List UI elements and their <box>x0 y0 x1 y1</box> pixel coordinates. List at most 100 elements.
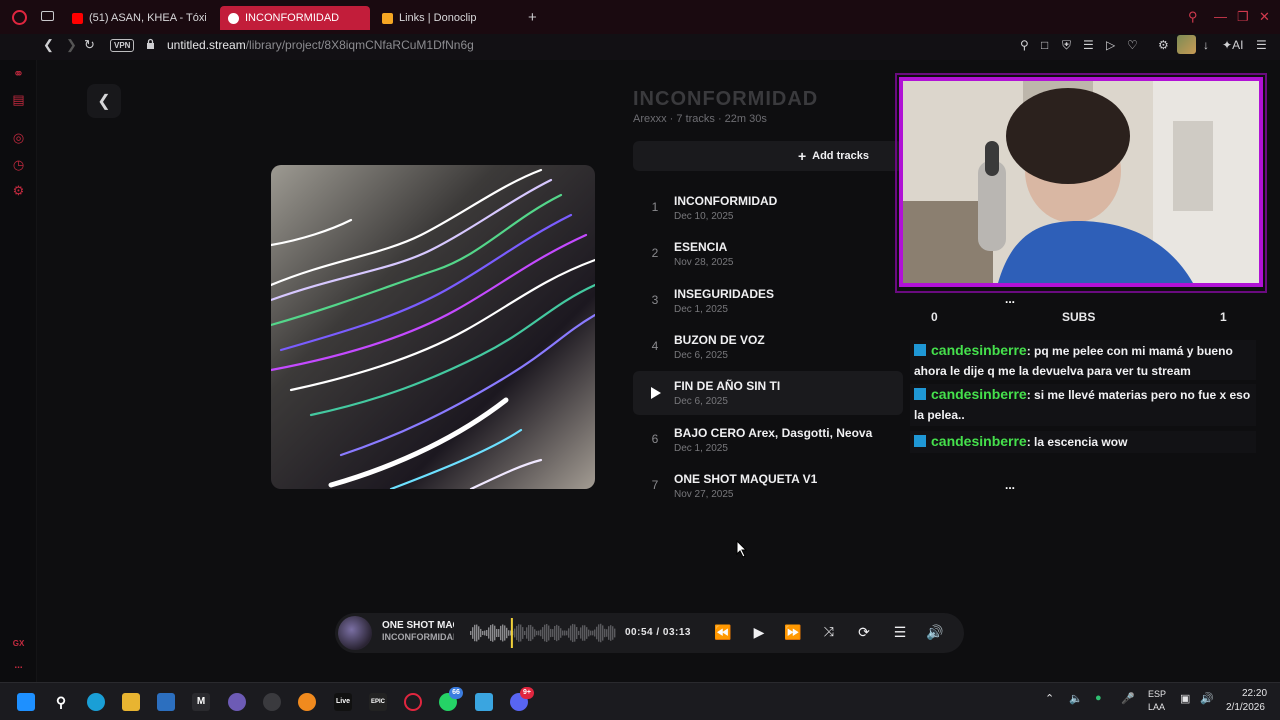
youtube-icon <box>72 12 83 24</box>
forward-nav-icon[interactable]: ❯ <box>66 37 77 53</box>
player-toggle-icon[interactable]: ▷ <box>1106 38 1115 52</box>
fast-forward-icon[interactable]: ⏩ <box>783 624 803 641</box>
track-row[interactable]: 4 BUZON DE VOZ Dec 6, 2025 <box>633 325 903 369</box>
track-number: 2 <box>651 246 659 260</box>
waveform-bar <box>560 628 562 638</box>
search-icon[interactable]: ⚲ <box>52 693 70 711</box>
gx-control-icon[interactable]: ▤ <box>11 92 26 107</box>
windows-start-icon[interactable] <box>17 693 35 711</box>
back-button[interactable]: ❮ <box>87 84 121 118</box>
security-icon[interactable]: ● <box>1095 692 1102 704</box>
search-tabs-icon[interactable]: ⚲ <box>1188 9 1198 25</box>
play-button[interactable]: ▶ <box>749 624 769 641</box>
clock-time[interactable]: 22:20 <box>1242 688 1267 699</box>
track-row[interactable]: 7 ONE SHOT MAQUETA V1 Nov 27, 2025 <box>633 464 903 508</box>
volume-icon[interactable]: 🔊 <box>925 624 945 641</box>
tab-workspaces-icon[interactable] <box>41 11 54 21</box>
speed-dial-icon[interactable]: ⚭ <box>11 66 26 81</box>
shield-icon[interactable]: ⛨ <box>1062 38 1071 53</box>
play-track-icon[interactable] <box>651 387 661 399</box>
tab-donoclip[interactable]: Links | Donoclip <box>374 6 524 30</box>
file-explorer-icon[interactable] <box>122 693 140 711</box>
player-sidebar-icon[interactable]: ◎ <box>11 130 26 145</box>
player-thumbnail[interactable] <box>338 616 372 650</box>
track-row[interactable]: 1 INCONFORMIDAD Dec 10, 2025 <box>633 186 903 230</box>
fl-studio-icon[interactable] <box>298 693 316 711</box>
lang-top[interactable]: ESP <box>1148 689 1166 699</box>
playhead[interactable] <box>510 618 513 648</box>
waveform-bar <box>526 627 528 639</box>
opera-logo-icon[interactable] <box>12 10 27 25</box>
plus-icon: + <box>797 148 807 164</box>
untitled-favicon-icon <box>228 12 239 24</box>
track-row[interactable]: 2 ESENCIA Nov 28, 2025 <box>633 232 903 276</box>
translate-icon[interactable]: ☰ <box>1083 38 1094 52</box>
network-icon[interactable]: ▣ <box>1180 692 1190 705</box>
close-icon[interactable]: ✕ <box>1259 9 1270 25</box>
waveform-bar <box>566 630 568 636</box>
waveform-scrubber[interactable] <box>470 618 616 648</box>
reload-icon[interactable]: ↻ <box>84 37 95 53</box>
back-nav-icon[interactable]: ❮ <box>43 37 54 53</box>
vpn-badge[interactable]: VPN <box>110 39 135 52</box>
rewind-icon[interactable]: ⏪ <box>713 624 733 641</box>
waveform-bar <box>532 626 534 640</box>
player-track-title[interactable]: ONE SHOT MAQUETA V1 <box>382 620 454 631</box>
tray-chevron-icon[interactable]: ⌃ <box>1045 692 1054 705</box>
webcam-scene <box>903 81 1259 283</box>
track-row[interactable]: 6 BAJO CERO Arex, Dasgotti, Neova Dec 1,… <box>633 418 903 462</box>
waveform-bar <box>602 625 604 641</box>
ai-button[interactable]: ✦AI <box>1222 38 1243 52</box>
heart-icon[interactable]: ♡ <box>1127 38 1138 52</box>
waveform-bar <box>610 625 612 641</box>
gx-label[interactable]: GX <box>11 636 26 651</box>
chat-message: candesinberre: la escencia wow <box>910 431 1256 453</box>
waveform-bar <box>516 625 518 641</box>
lang-bottom[interactable]: LAA <box>1148 702 1165 712</box>
mouse-cursor-icon <box>736 540 748 558</box>
extensions-icon[interactable]: ⚙ <box>1158 38 1169 52</box>
menu-icon[interactable]: ☰ <box>1256 38 1267 52</box>
shuffle-icon[interactable]: ⤨ <box>819 624 839 640</box>
app-icon-blue[interactable] <box>157 693 175 711</box>
tab-label: (51) ASAN, KHEA - Tóxica <box>89 12 206 24</box>
settings-gear-icon[interactable]: ⚙ <box>11 183 26 198</box>
tab-youtube[interactable]: (51) ASAN, KHEA - Tóxica <box>64 6 214 30</box>
url-field[interactable]: untitled.stream/library/project/8X8iqmCN… <box>167 38 474 52</box>
snapshot-icon[interactable]: □ <box>1041 38 1048 52</box>
avatar[interactable] <box>1177 35 1196 54</box>
download-icon[interactable]: ↓ <box>1203 38 1209 52</box>
tab-inconformidad[interactable]: INCONFORMIDAD <box>220 6 370 30</box>
notepad-icon[interactable] <box>475 693 493 711</box>
add-tracks-button[interactable]: + Add tracks <box>633 141 903 171</box>
waveform-bar <box>592 630 594 636</box>
mic-icon[interactable]: 🎤 <box>1121 692 1135 705</box>
maximize-icon[interactable]: ❐ <box>1237 9 1249 25</box>
clock-date[interactable]: 2/1/2026 <box>1226 702 1265 713</box>
app-icon-m[interactable]: M <box>192 693 210 711</box>
minimize-icon[interactable]: — <box>1214 9 1227 24</box>
waveform-bar <box>482 630 484 636</box>
repeat-icon[interactable]: ⟳ <box>854 624 874 641</box>
pin-icon[interactable]: ⚲ <box>1020 38 1029 52</box>
speaker-icon[interactable]: 🔈 <box>1069 692 1083 705</box>
chat-message: candesinberre: pq me pelee con mi mamá y… <box>910 340 1256 380</box>
track-row[interactable]: 3 INSEGURIDADES Dec 1, 2025 <box>633 279 903 323</box>
waveform-bar <box>558 625 560 641</box>
opera-gx-taskbar-icon[interactable] <box>404 693 422 711</box>
queue-icon[interactable]: ☰ <box>890 624 910 641</box>
chat-username: candesinberre <box>931 342 1027 358</box>
track-date: Dec 1, 2025 <box>674 304 728 315</box>
track-row-hovered[interactable]: FIN DE AÑO SIN TI Dec 6, 2025 <box>633 371 903 415</box>
app-icon-purple[interactable] <box>228 693 246 711</box>
sidebar-more-icon[interactable]: ... <box>11 658 26 673</box>
new-tab-button[interactable]: + <box>528 9 537 26</box>
edge-icon[interactable] <box>87 693 105 711</box>
volume-tray-icon[interactable]: 🔊 <box>1200 692 1214 705</box>
history-icon[interactable]: ◷ <box>11 157 26 172</box>
live-icon[interactable]: Live <box>334 693 352 711</box>
obs-icon[interactable] <box>263 693 281 711</box>
track-number: 1 <box>651 200 659 214</box>
epic-games-icon[interactable]: EPIC <box>369 693 387 711</box>
player-project-name[interactable]: INCONFORMIDAD <box>382 632 454 642</box>
